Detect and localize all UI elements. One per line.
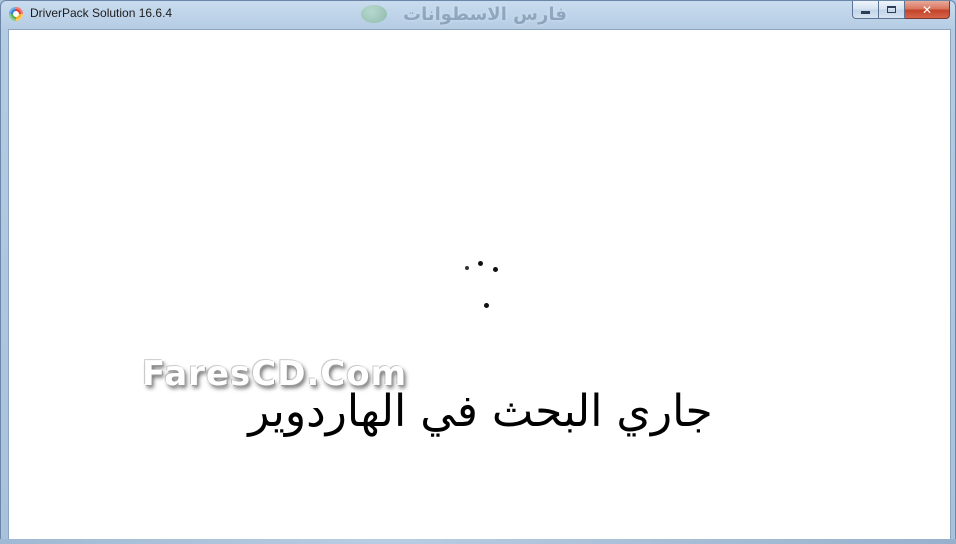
spinner-dot: [465, 266, 469, 270]
title-bar[interactable]: DriverPack Solution 16.6.4 فارس الاسطوان…: [1, 1, 955, 28]
status-message: جاري البحث في الهاردوير: [248, 386, 713, 437]
title-watermark: فارس الاسطوانات: [361, 1, 567, 27]
maximize-button[interactable]: [879, 1, 905, 19]
app-window: DriverPack Solution 16.6.4 فارس الاسطوان…: [0, 0, 956, 544]
close-icon: ✕: [921, 2, 933, 17]
loading-dots-icon: [459, 256, 509, 316]
minimize-button[interactable]: [852, 1, 879, 19]
driverpack-app-icon[interactable]: [9, 7, 23, 21]
client-area: FaresCD.Com جاري البحث في الهاردوير: [8, 29, 951, 540]
maximize-icon: [887, 6, 896, 13]
watermark-site-name: فارس الاسطوانات: [403, 3, 567, 25]
spinner-dot: [478, 261, 483, 266]
minimize-icon: [861, 10, 870, 14]
spinner-dot: [493, 267, 498, 272]
desktop-strip: [0, 539, 956, 544]
spinner-dot: [484, 303, 489, 308]
caption-buttons: ✕: [852, 1, 950, 19]
close-button[interactable]: ✕: [905, 1, 950, 19]
watermark-logo-icon: [361, 5, 387, 23]
window-title: DriverPack Solution 16.6.4: [30, 6, 173, 20]
